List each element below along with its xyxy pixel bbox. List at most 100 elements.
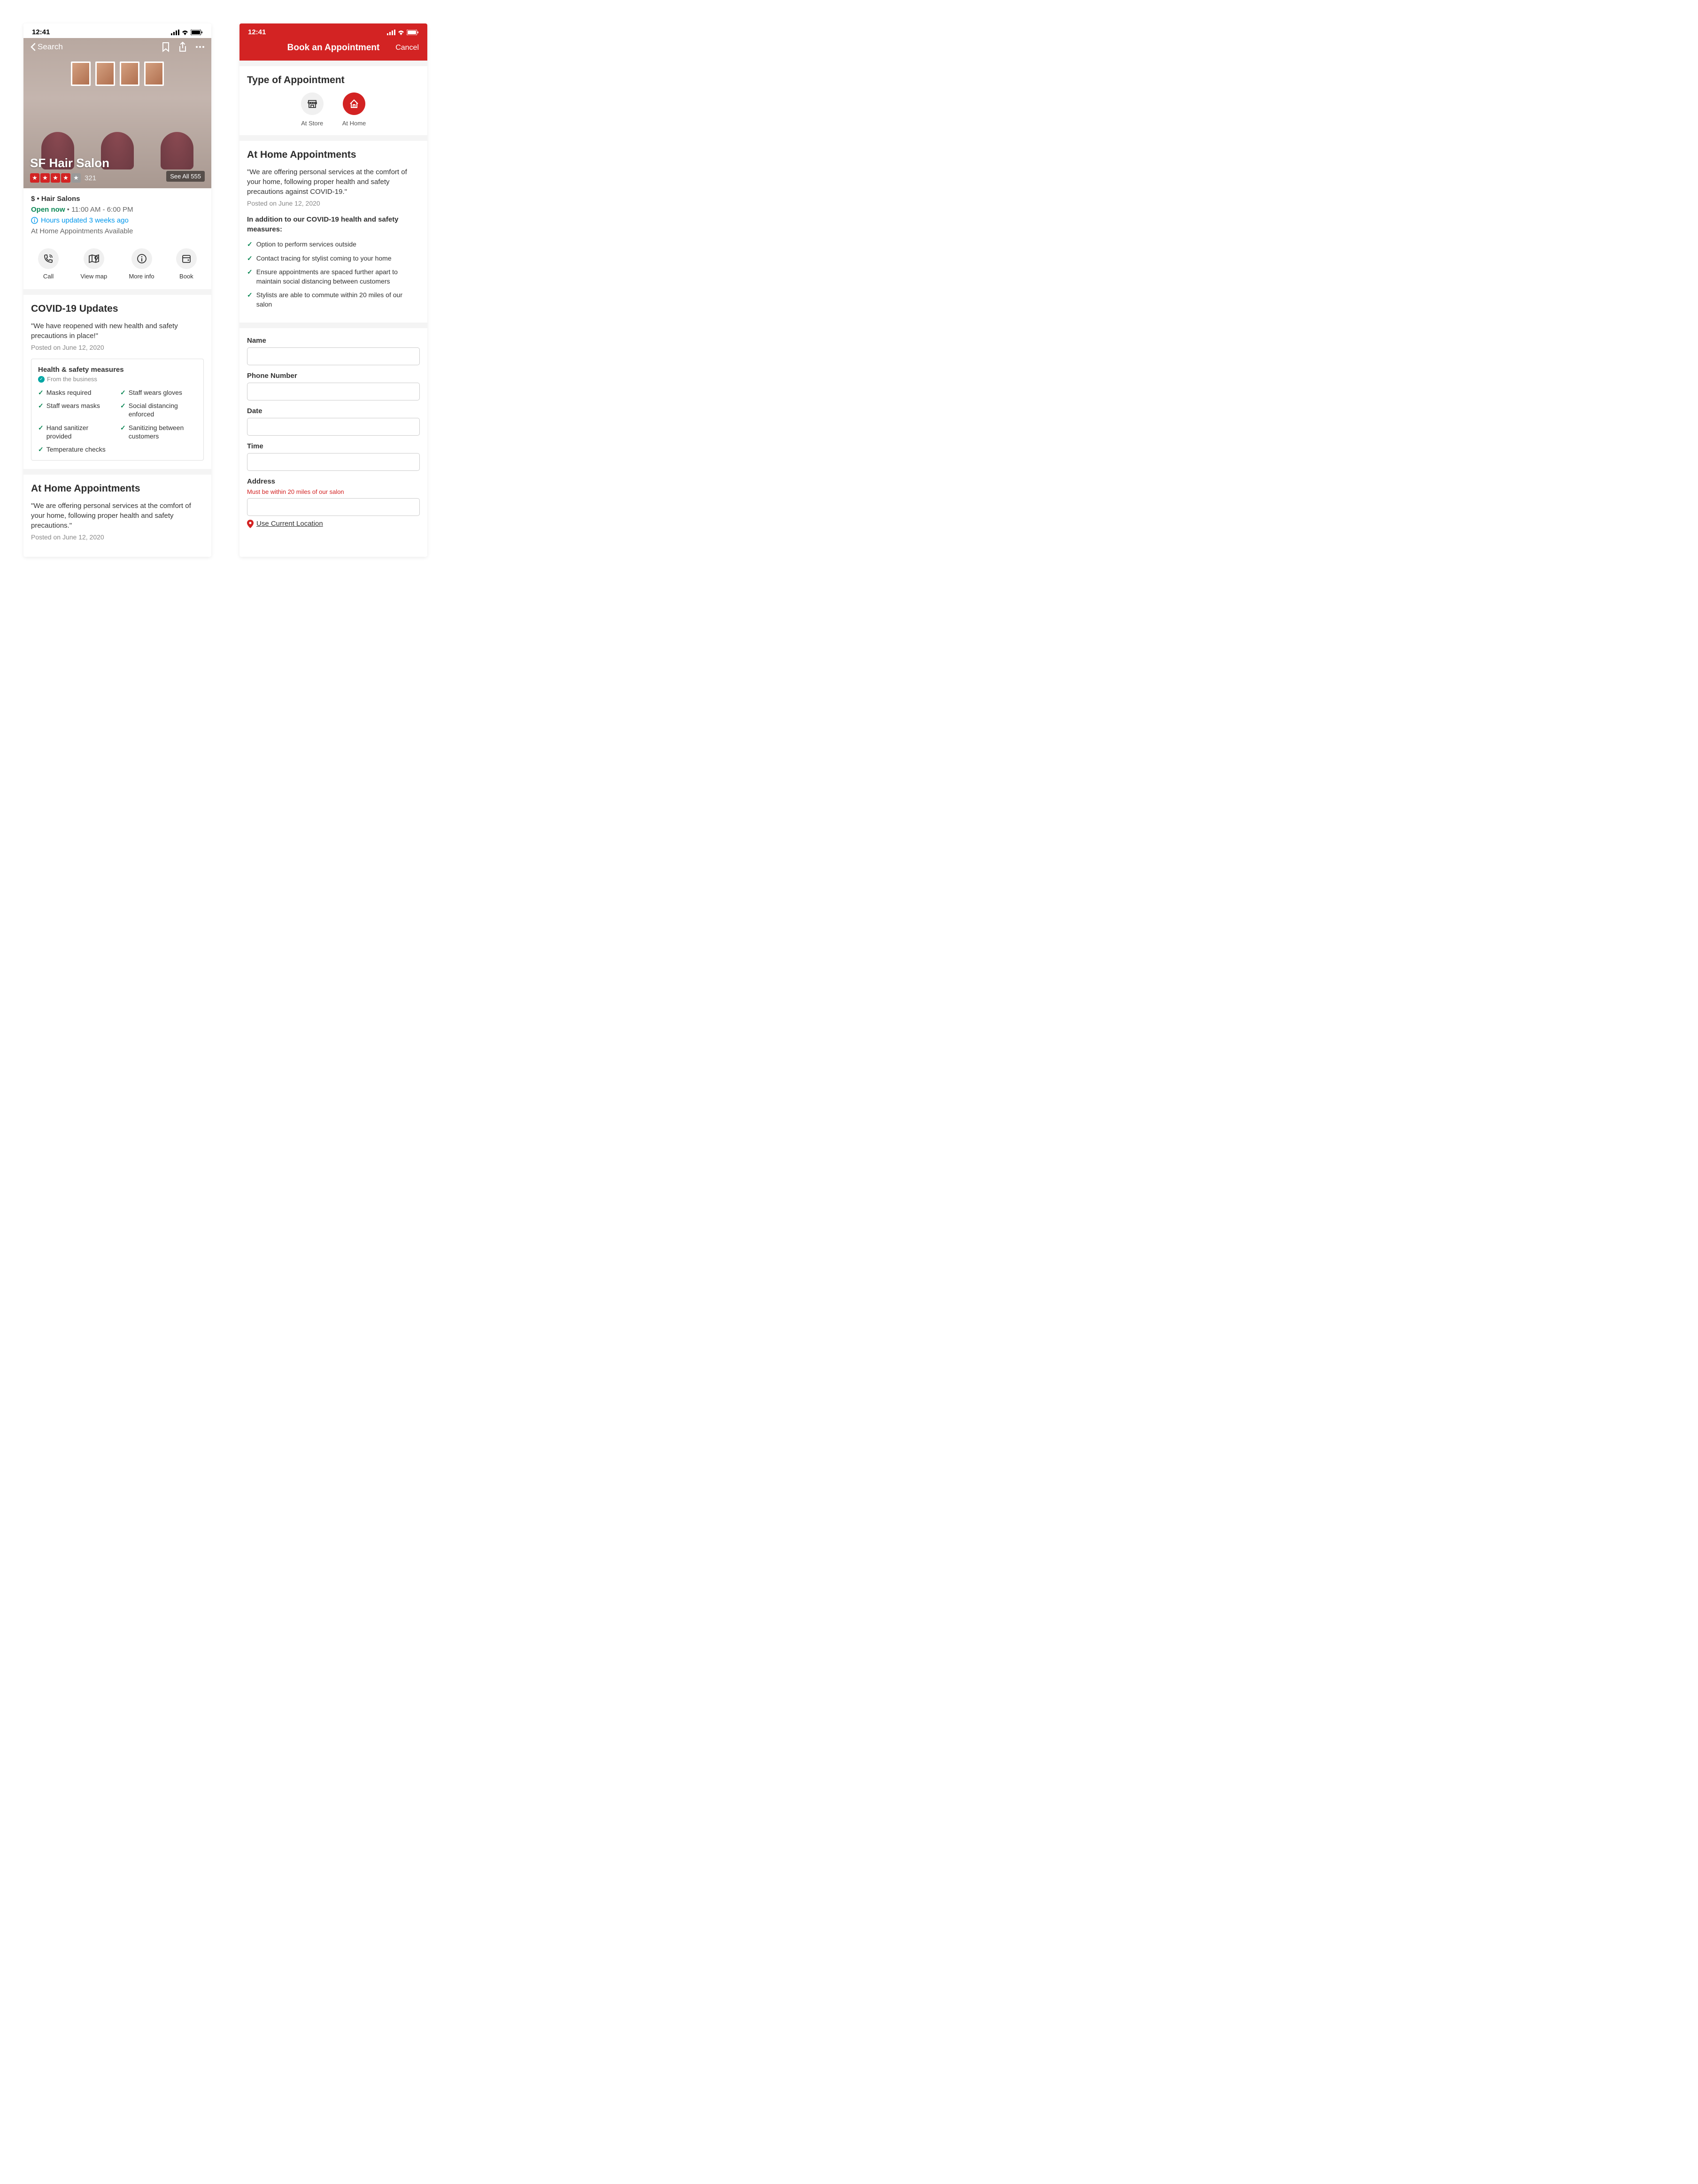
item-text: Stylists are able to commute within 20 m…: [256, 291, 420, 309]
covid-posted: Posted on June 12, 2020: [31, 344, 204, 351]
modal-title: Book an Appointment: [287, 43, 380, 53]
phone-label: Phone Number: [247, 372, 420, 380]
date-label: Date: [247, 407, 420, 415]
bookmark-icon[interactable]: [162, 42, 170, 52]
measure-item: ✓Masks required: [38, 388, 115, 397]
check-icon: ✓: [120, 423, 126, 432]
use-current-location-button[interactable]: Use Current Location: [247, 520, 420, 528]
measure-item: ✓Staff wears masks: [38, 401, 115, 418]
measures-title: Health & safety measures: [38, 366, 197, 374]
info-icon: [137, 254, 147, 264]
map-icon: [88, 254, 100, 264]
action-row: Call View map More info Book: [23, 242, 211, 289]
price-category: $ • Hair Salons: [31, 195, 204, 203]
measure-text: Staff wears masks: [46, 401, 100, 410]
type-at-store[interactable]: At Store: [301, 92, 324, 127]
modal-header: Book an Appointment Cancel: [239, 38, 427, 61]
back-button[interactable]: Search: [30, 42, 63, 52]
business-info: $ • Hair Salons Open now • 11:00 AM - 6:…: [23, 188, 211, 242]
divider: [239, 61, 427, 66]
back-label: Search: [38, 42, 63, 52]
signal-icon: [387, 30, 395, 35]
from-business: ✓ From the business: [38, 376, 197, 383]
status-bar: 12:41: [23, 23, 211, 38]
check-icon: ✓: [38, 423, 44, 432]
share-icon[interactable]: [178, 42, 187, 52]
hours-updated-link[interactable]: Hours updated 3 weeks ago: [31, 216, 204, 224]
additional-measures-list: ✓Option to perform services outside ✓Con…: [247, 240, 420, 309]
call-button[interactable]: Call: [38, 248, 59, 280]
measure-item: ✓Social distancing enforced: [120, 401, 197, 418]
covid-section: COVID-19 Updates "We have reopened with …: [23, 295, 211, 469]
cancel-button[interactable]: Cancel: [395, 44, 419, 52]
at-home-posted: Posted on June 12, 2020: [31, 533, 204, 541]
star-rating: ★ ★ ★ ★ ★: [30, 173, 81, 183]
measure-text: Social distancing enforced: [129, 401, 197, 418]
measure-text: Masks required: [46, 388, 92, 397]
more-label: More info: [129, 273, 154, 280]
rating-row: ★ ★ ★ ★ ★ 321 See All 555: [30, 173, 205, 183]
divider: [239, 323, 427, 328]
measure-text: Hand sanitizer provided: [46, 423, 115, 440]
book-label: Book: [179, 273, 193, 280]
type-home-label: At Home: [342, 120, 366, 127]
at-home-details-title: At Home Appointments: [247, 149, 420, 161]
phone-book-appointment: 12:41 Book an Appointment Cancel Type of…: [239, 23, 427, 557]
check-icon: ✓: [38, 388, 44, 397]
signal-icon: [171, 30, 179, 35]
measure-item: ✓Staff wears gloves: [120, 388, 197, 397]
status-bar: 12:41: [239, 23, 427, 38]
star-icon: ★: [61, 173, 70, 183]
type-at-home[interactable]: At Home: [342, 92, 366, 127]
at-home-quote: "We are offering personal services at th…: [31, 501, 204, 531]
item-text: Contact tracing for stylist coming to yo…: [256, 254, 392, 263]
covid-title: COVID-19 Updates: [31, 303, 204, 315]
check-icon: ✓: [120, 401, 126, 410]
more-icon[interactable]: [195, 46, 205, 48]
list-item: ✓Contact tracing for stylist coming to y…: [247, 254, 420, 263]
check-icon: ✓: [120, 388, 126, 397]
at-home-details-posted: Posted on June 12, 2020: [247, 200, 420, 207]
call-label: Call: [43, 273, 54, 280]
at-home-details-quote: "We are offering personal services at th…: [247, 167, 420, 197]
address-input[interactable]: [247, 498, 420, 516]
item-text: Option to perform services outside: [256, 240, 356, 249]
time-label: Time: [247, 442, 420, 450]
status-icons: [171, 30, 203, 35]
view-map-button[interactable]: View map: [80, 248, 107, 280]
star-icon: ★: [40, 173, 50, 183]
item-text: Ensure appointments are spaced further a…: [256, 268, 420, 286]
battery-icon: [191, 30, 203, 35]
hours-line: Open now • 11:00 AM - 6:00 PM: [31, 206, 204, 214]
measure-text: Staff wears gloves: [129, 388, 182, 397]
home-icon: [348, 98, 360, 109]
measure-item: ✓Sanitizing between customers: [120, 423, 197, 440]
book-button[interactable]: Book: [176, 248, 197, 280]
list-item: ✓Option to perform services outside: [247, 240, 420, 249]
calendar-icon: [181, 254, 192, 264]
appointment-type-section: Type of Appointment At Store At Home: [239, 66, 427, 135]
type-title: Type of Appointment: [247, 75, 420, 86]
date-input[interactable]: [247, 418, 420, 436]
time-input[interactable]: [247, 453, 420, 471]
name-input[interactable]: [247, 347, 420, 365]
phone-business-detail: 12:41 Search SF Hair Salon ★: [23, 23, 211, 557]
hours-updated-text: Hours updated 3 weeks ago: [41, 216, 129, 224]
phone-input[interactable]: [247, 383, 420, 400]
hours-range: • 11:00 AM - 6:00 PM: [65, 206, 133, 214]
divider: [23, 289, 211, 295]
name-label: Name: [247, 337, 420, 345]
more-info-button[interactable]: More info: [129, 248, 154, 280]
list-item: ✓Stylists are able to commute within 20 …: [247, 291, 420, 309]
status-time: 12:41: [32, 28, 50, 36]
battery-icon: [407, 30, 419, 35]
additional-measures-heading: In addition to our COVID-19 health and s…: [247, 215, 420, 234]
check-icon: ✓: [247, 268, 253, 277]
see-all-photos-button[interactable]: See All 555: [166, 171, 205, 182]
review-count: 321: [85, 174, 96, 182]
star-icon: ★: [30, 173, 39, 183]
type-store-label: At Store: [301, 120, 323, 127]
measure-text: Sanitizing between customers: [129, 423, 197, 440]
verified-badge-icon: ✓: [38, 376, 45, 383]
check-icon: ✓: [247, 291, 253, 300]
